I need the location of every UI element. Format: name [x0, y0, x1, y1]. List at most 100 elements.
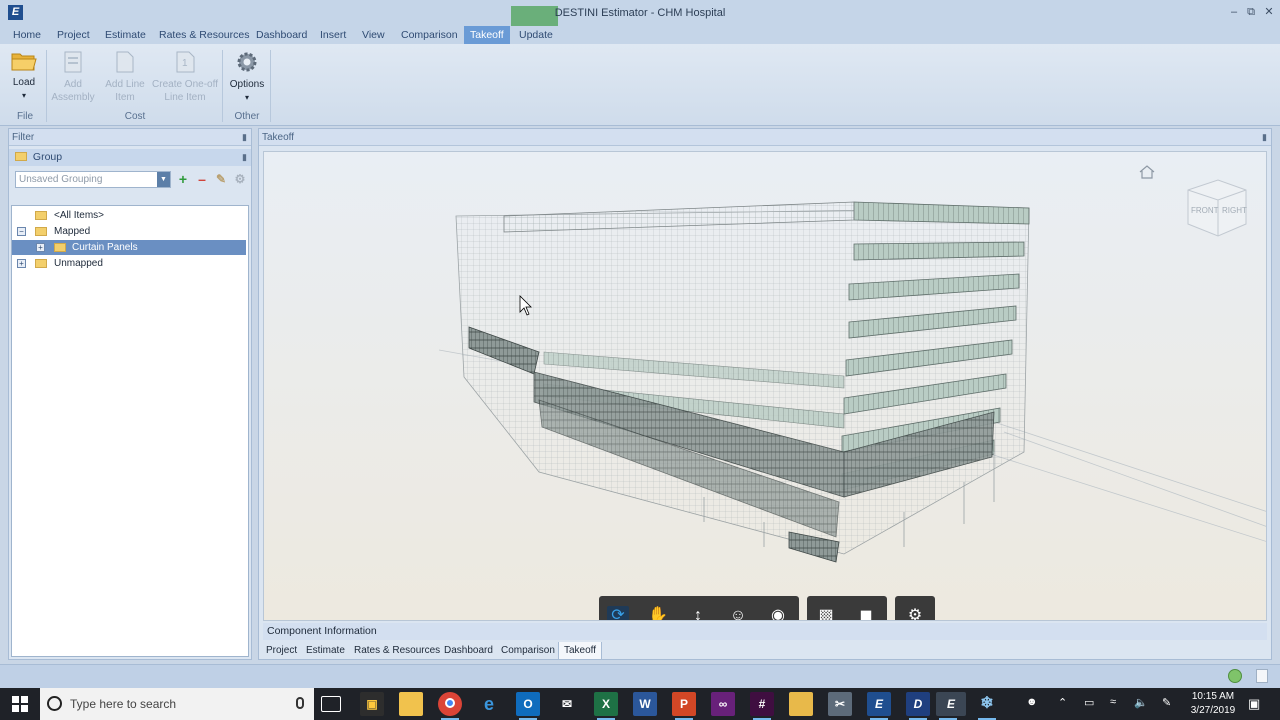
snowflake-app-icon[interactable]: ❄ [975, 692, 999, 720]
model-cube-icon[interactable]: ◼ [855, 606, 877, 620]
home-icon[interactable] [1138, 164, 1156, 180]
excel-icon[interactable]: X [594, 692, 618, 720]
taskbar-search-box[interactable]: Type here to search [40, 688, 314, 720]
bottom-tab-comparison[interactable]: Comparison [496, 642, 560, 660]
tab-dashboard[interactable]: Dashboard [250, 26, 313, 44]
tab-comparison[interactable]: Comparison [395, 26, 464, 44]
camera-icon[interactable]: ◉ [767, 606, 789, 620]
expand-icon[interactable]: + [17, 259, 26, 268]
tab-view[interactable]: View [356, 26, 391, 44]
chevron-down-icon[interactable]: ▼ [157, 172, 170, 187]
tree-item-all-items[interactable]: <All Items> [12, 208, 246, 223]
battery-icon[interactable]: ▭ [1084, 696, 1094, 709]
tree-item-unmapped[interactable]: + Unmapped [12, 256, 246, 271]
folder-open-icon [11, 53, 37, 71]
viewcube-right-label: RIGHT [1222, 206, 1247, 215]
bottom-tab-dashboard[interactable]: Dashboard [439, 642, 498, 660]
add-icon[interactable]: + [175, 171, 191, 187]
orbit-icon[interactable]: ⟳ [607, 606, 629, 620]
slack-icon[interactable]: # [750, 692, 774, 720]
edit-icon[interactable]: ✎ [213, 171, 229, 187]
view-cube-icon[interactable]: FRONT RIGHT [1182, 176, 1252, 242]
tab-estimate[interactable]: Estimate [99, 26, 152, 44]
status-bar [0, 664, 1280, 688]
restore-icon[interactable]: ⧉ [1243, 4, 1259, 20]
notes-icon[interactable] [1256, 669, 1268, 683]
snipping-tool-icon[interactable]: ✂ [828, 692, 852, 716]
filter-title: Filter [12, 132, 35, 143]
destini-d-icon[interactable]: D [906, 692, 930, 720]
wifi-icon[interactable]: ≈ [1110, 696, 1116, 708]
destini-estimator-icon[interactable]: E [867, 692, 891, 720]
microphone-icon[interactable] [296, 697, 304, 709]
folder-icon [35, 211, 47, 220]
create-one-off-button[interactable]: 1 Create One-off Line Item [152, 50, 218, 104]
load-button[interactable]: Load ▾ [6, 50, 42, 102]
expand-icon[interactable]: + [36, 243, 45, 252]
pan-hand-icon[interactable]: ✋ [647, 606, 669, 620]
ribbon: Load ▾ Add Assembly Add Line Item 1 Creat… [0, 44, 1280, 126]
visual-studio-icon[interactable]: ∞ [711, 692, 735, 716]
word-icon[interactable]: W [633, 692, 657, 716]
settings-icon[interactable]: ⚙ [232, 171, 248, 187]
filter-header: Filter ▮ [9, 129, 251, 146]
section-box-icon[interactable]: ▩ [815, 606, 837, 620]
outlook-icon[interactable]: O [516, 692, 540, 720]
settings-toolbar: ⚙ [895, 596, 935, 620]
tab-takeoff[interactable]: Takeoff [464, 26, 510, 44]
tray-chevron-icon[interactable]: ⌃ [1058, 696, 1067, 709]
options-button[interactable]: Options ▾ [228, 50, 266, 104]
component-information-bar[interactable]: Component Information [263, 623, 1267, 640]
people-icon[interactable]: ☻ [1026, 696, 1038, 708]
task-view-icon[interactable] [321, 696, 341, 712]
grouping-select[interactable]: Unsaved Grouping ▼ [15, 171, 171, 188]
taskbar-clock[interactable]: 10:15 AM 3/27/2019 [1186, 690, 1240, 718]
store-icon[interactable]: ▣ [360, 692, 384, 716]
gear-icon[interactable]: ⚙ [904, 606, 926, 620]
file-explorer-icon[interactable] [399, 692, 423, 716]
pin-icon[interactable]: ▮ [1262, 129, 1267, 146]
window-title: DESTINI Estimator - CHM Hospital [554, 7, 726, 19]
one-off-icon: 1 [176, 51, 195, 73]
mail-icon[interactable]: ✉ [555, 692, 579, 716]
destini-active-icon[interactable]: E [936, 692, 966, 720]
pin-icon[interactable]: ▮ [242, 129, 247, 146]
bottom-tab-rates-resources[interactable]: Rates & Resources [349, 642, 445, 660]
zoom-vertical-icon[interactable]: ↕ [687, 606, 709, 620]
pen-icon[interactable]: ✎ [1162, 696, 1171, 709]
navigation-toolbar: ⟳ ✋ ↕ ☺ ◉ [599, 596, 799, 620]
3d-viewport[interactable]: FRONT RIGHT ⟳ ✋ ↕ ☺ ◉ ▩ ◼ ⚙ [263, 151, 1267, 621]
ribbon-separator [270, 50, 271, 122]
building-model[interactable] [264, 152, 1267, 621]
clock-time: 10:15 AM [1191, 691, 1235, 702]
grouping-value: Unsaved Grouping [19, 174, 103, 185]
action-center-icon[interactable]: ▣ [1248, 696, 1260, 712]
tab-rates-resources[interactable]: Rates & Resources [153, 26, 255, 44]
folder-icon [15, 152, 27, 161]
filter-panel: Filter ▮ Group ▮ Unsaved Grouping ▼ + – … [8, 128, 252, 660]
tree-item-curtain-panels[interactable]: + Curtain Panels [12, 240, 246, 255]
tab-insert[interactable]: Insert [314, 26, 352, 44]
volume-mute-icon[interactable]: 🔈 [1134, 696, 1148, 709]
remove-icon[interactable]: – [194, 171, 210, 187]
ribbon-separator [222, 50, 223, 122]
close-icon[interactable]: ✕ [1261, 4, 1277, 20]
chrome-icon[interactable] [438, 692, 462, 720]
tab-update[interactable]: Update [513, 26, 559, 44]
bottom-tab-takeoff[interactable]: Takeoff [558, 642, 603, 660]
add-assembly-button[interactable]: Add Assembly [50, 50, 96, 104]
windows-start-icon[interactable] [12, 696, 28, 712]
pin-icon[interactable]: ▮ [242, 149, 247, 166]
collapse-icon[interactable]: − [17, 227, 26, 236]
bottom-tab-project[interactable]: Project [261, 642, 302, 660]
tree-item-mapped[interactable]: − Mapped [12, 224, 246, 239]
powerpoint-icon[interactable]: P [672, 692, 696, 720]
add-line-item-button[interactable]: Add Line Item [102, 50, 148, 104]
minimize-icon[interactable]: – [1226, 4, 1242, 20]
walk-person-icon[interactable]: ☺ [727, 606, 749, 620]
edge-icon[interactable]: e [477, 692, 501, 716]
tab-project[interactable]: Project [51, 26, 96, 44]
folder-icon[interactable] [789, 692, 813, 716]
bottom-tab-estimate[interactable]: Estimate [301, 642, 350, 660]
tab-home[interactable]: Home [7, 26, 47, 44]
